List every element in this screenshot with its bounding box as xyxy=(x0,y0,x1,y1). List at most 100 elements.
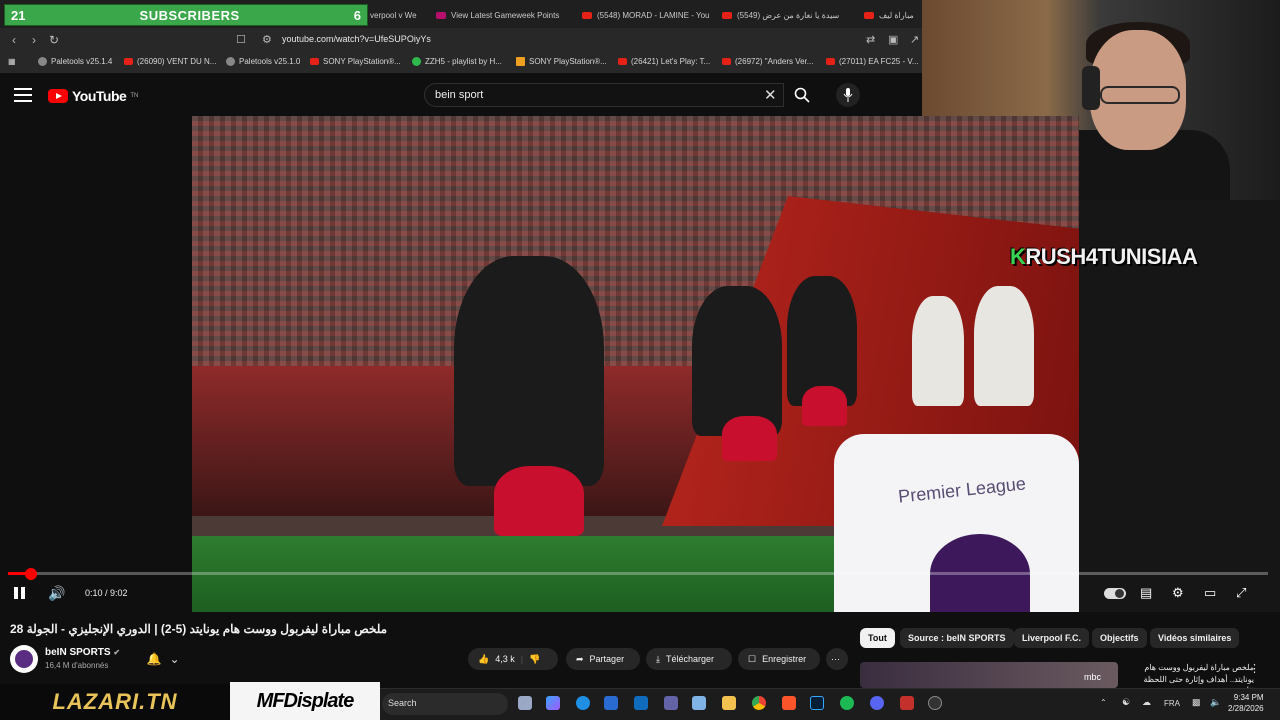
bookmark-item[interactable]: Paletools v25.1.4 xyxy=(38,57,112,66)
subtitles-icon[interactable]: ▤ xyxy=(1140,585,1152,601)
brave-icon[interactable] xyxy=(782,696,796,710)
autoplay-toggle[interactable] xyxy=(1104,588,1126,599)
recommended-video-thumbnail[interactable] xyxy=(860,662,1118,688)
chevron-down-icon: ⌄ xyxy=(169,652,180,666)
bookmark-item[interactable]: SONY PlayStation®... xyxy=(310,57,401,66)
search-button[interactable] xyxy=(786,83,818,107)
bookmark-item[interactable]: (27011) EA FC25 - V... xyxy=(826,57,919,66)
photoshop-icon[interactable] xyxy=(810,696,824,710)
time-display: 0:10 / 9:02 xyxy=(85,588,128,598)
notification-bell-button[interactable]: 🔔 ⌄ xyxy=(140,648,186,670)
subs-count-left: 21 xyxy=(11,7,26,23)
bookmark-label: (26421) Let's Play: T... xyxy=(631,57,711,66)
video-player[interactable]: Premier League xyxy=(192,116,1079,612)
chip-goals[interactable]: Objectifs xyxy=(1092,628,1147,648)
progress-scrubber[interactable] xyxy=(25,568,37,580)
more-actions-button[interactable]: ⋯ xyxy=(826,648,848,670)
chip-all[interactable]: Tout xyxy=(860,628,895,648)
task-view-icon[interactable] xyxy=(518,696,532,710)
store-icon[interactable] xyxy=(604,696,618,710)
spotify-icon xyxy=(412,57,421,66)
edge-icon[interactable] xyxy=(576,696,590,710)
forward-icon[interactable]: › xyxy=(24,33,44,47)
subscriber-counter-overlay: 21 SUBSCRIBERS 6 xyxy=(4,4,368,26)
tray-chevron-icon[interactable]: ⌃ xyxy=(1100,698,1107,707)
input-language[interactable]: FRA xyxy=(1164,699,1180,708)
chip-liverpool[interactable]: Liverpool F.C. xyxy=(1014,628,1090,648)
cast-icon[interactable]: ▣ xyxy=(888,33,898,46)
settings-gear-icon[interactable]: ⚙ xyxy=(1172,585,1184,601)
bookmark-label: (26972) "Anders Ver... xyxy=(735,57,814,66)
bookmark-item[interactable]: (26972) "Anders Ver... xyxy=(722,57,813,66)
clock-date: 2/28/2026 xyxy=(1228,704,1264,713)
channel-name-text: beIN SPORTS xyxy=(45,647,111,658)
browser-tab[interactable]: verpool v We xyxy=(370,4,432,26)
search-input[interactable]: bein sport xyxy=(424,83,784,107)
bookmark-item[interactable]: SONY PlayStation®... xyxy=(516,57,607,66)
like-button[interactable]: 👍 4,3 k | 👎 xyxy=(468,648,558,670)
thumbs-down-icon: 👎 xyxy=(529,653,541,664)
bookmark-item[interactable]: (26421) Let's Play: T... xyxy=(618,57,710,66)
browser-tab[interactable]: (5548) MORAD - LAMINE - You xyxy=(582,4,718,26)
progress-bar[interactable] xyxy=(8,572,1268,575)
youtube-favicon-icon xyxy=(582,11,592,19)
translate-icon[interactable]: ⇄ xyxy=(866,33,875,46)
bookmark-item[interactable]: ZZH5 - playlist by H... xyxy=(412,57,502,66)
headset-tray-icon[interactable]: ☯ xyxy=(1122,697,1130,708)
reload-icon[interactable]: ↻ xyxy=(44,33,64,47)
taskbar-search[interactable]: Search xyxy=(382,693,508,715)
youtube-logo[interactable]: YouTube TN xyxy=(48,88,138,104)
photos-icon[interactable] xyxy=(692,696,706,710)
site-info-icon[interactable]: ⚙ xyxy=(262,33,272,46)
discord-icon[interactable] xyxy=(870,696,884,710)
youtube-icon xyxy=(124,58,133,65)
bookmark-item[interactable]: (26090) VENT DU N... xyxy=(124,57,216,66)
apps-grid-icon[interactable]: ▦ xyxy=(8,57,16,66)
share-button[interactable]: ➦ Partager xyxy=(566,648,640,670)
bookmark-icon[interactable]: ☐ xyxy=(236,33,246,46)
file-explorer-icon[interactable] xyxy=(722,696,736,710)
bell-icon: 🔔 xyxy=(146,652,162,666)
clock-time: 9:34 PM xyxy=(1233,693,1264,702)
theater-mode-icon[interactable]: ▭ xyxy=(1204,585,1216,601)
fullscreen-icon[interactable]: ⤢ xyxy=(1236,585,1246,601)
browser-tab[interactable]: View Latest Gameweek Points xyxy=(436,4,576,26)
channel-subscribers: 16,4 M d'abonnés xyxy=(45,661,109,670)
bookmark-item[interactable]: Paletools v25.1.0 xyxy=(226,57,300,66)
download-label: Télécharger xyxy=(665,654,715,664)
url-field[interactable]: youtube.com/watch?v=UfeSUPOiyYs xyxy=(282,34,431,44)
channel-name[interactable]: beIN SPORTS ✔ xyxy=(45,647,120,658)
network-icon[interactable]: ▩ xyxy=(1192,697,1201,708)
teams-icon[interactable] xyxy=(664,696,678,710)
hamburger-menu-icon[interactable] xyxy=(14,88,32,102)
taskbar-clock[interactable]: 9:34 PM 2/28/2026 xyxy=(1228,692,1264,714)
browser-tab-active[interactable]: مباراة ليف xyxy=(864,4,922,26)
pause-icon[interactable] xyxy=(14,586,28,600)
download-icon: ⤓ xyxy=(656,653,660,664)
volume-icon[interactable]: 🔊 xyxy=(48,585,65,602)
cloud-tray-icon[interactable]: ☁ xyxy=(1142,697,1151,708)
chrome-icon[interactable] xyxy=(752,696,766,710)
volume-tray-icon[interactable]: 🔈 xyxy=(1210,697,1221,708)
back-icon[interactable]: ‹ xyxy=(4,33,24,47)
bookmark-save-icon: ☐ xyxy=(748,653,757,664)
share-icon[interactable]: ↗ xyxy=(910,33,919,46)
app-icon[interactable] xyxy=(900,696,914,710)
more-vert-icon[interactable]: ⋮ xyxy=(1249,662,1260,675)
obs-icon[interactable] xyxy=(928,696,942,710)
spotify-icon[interactable] xyxy=(840,696,854,710)
chip-source[interactable]: Source : beIN SPORTS xyxy=(900,628,1014,648)
premier-league-board: Premier League xyxy=(834,434,1079,612)
outlook-icon[interactable] xyxy=(634,696,648,710)
browser-tab[interactable]: سيدة يا نغارة من عرض (5549) xyxy=(722,4,858,26)
chip-similar[interactable]: Vidéos similaires xyxy=(1150,628,1240,648)
clear-search-icon[interactable]: ✕ xyxy=(764,86,777,104)
voice-search-button[interactable] xyxy=(836,83,860,107)
verified-icon: ✔ xyxy=(113,648,121,657)
download-button[interactable]: ⤓ Télécharger xyxy=(646,648,732,670)
channel-avatar[interactable] xyxy=(10,645,38,673)
share-arrow-icon: ➦ xyxy=(576,653,584,664)
copilot-icon[interactable] xyxy=(546,696,560,710)
save-button[interactable]: ☐ Enregistrer xyxy=(738,648,820,670)
bookmark-label: SONY PlayStation®... xyxy=(323,57,401,66)
